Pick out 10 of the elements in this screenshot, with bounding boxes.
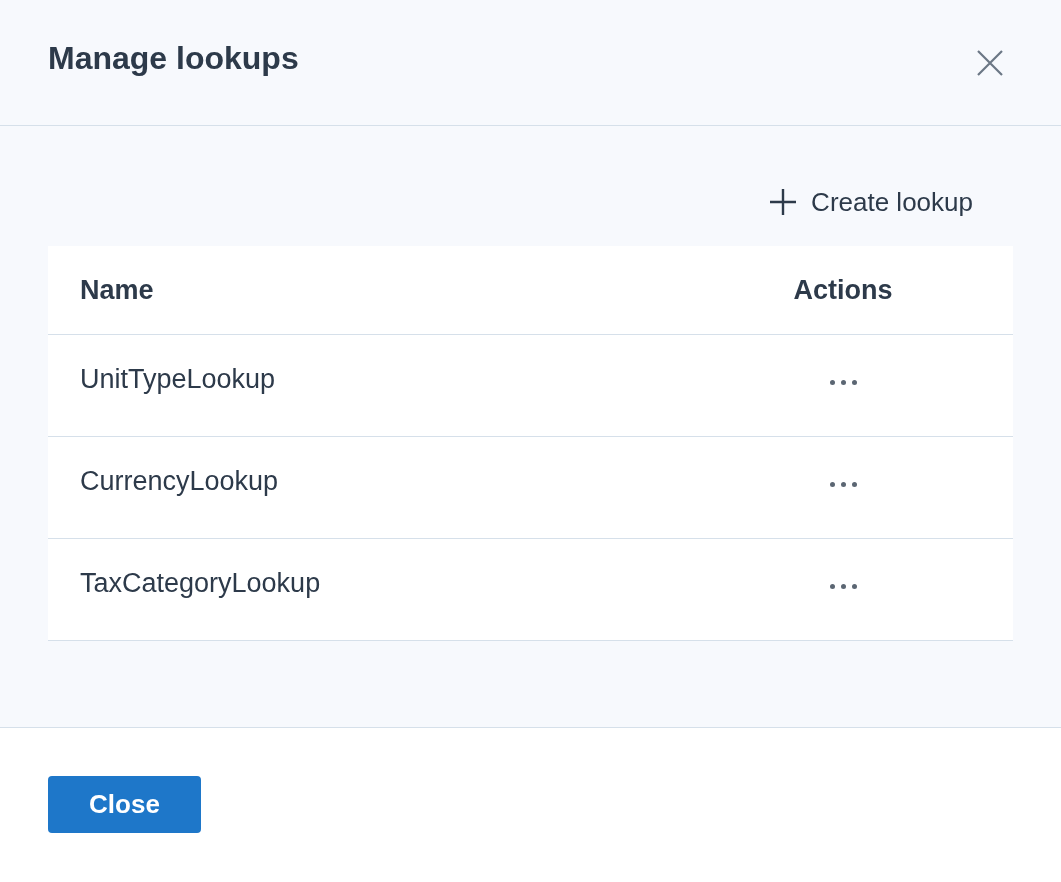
table-cell-text: CurrencyLookup [80,465,280,498]
close-icon[interactable] [975,48,1005,78]
close-button[interactable]: Close [48,776,201,833]
table-cell-text: TaxCategoryLookup [80,567,322,600]
column-header: Name [80,273,155,307]
table-cell-text: UnitTypeLookup [80,363,277,396]
column-header: Actions [793,273,893,307]
create-lookup-button[interactable]: Create lookup [769,178,1013,226]
dialog-title: Manage lookups [48,39,299,78]
plus-icon [769,188,798,216]
